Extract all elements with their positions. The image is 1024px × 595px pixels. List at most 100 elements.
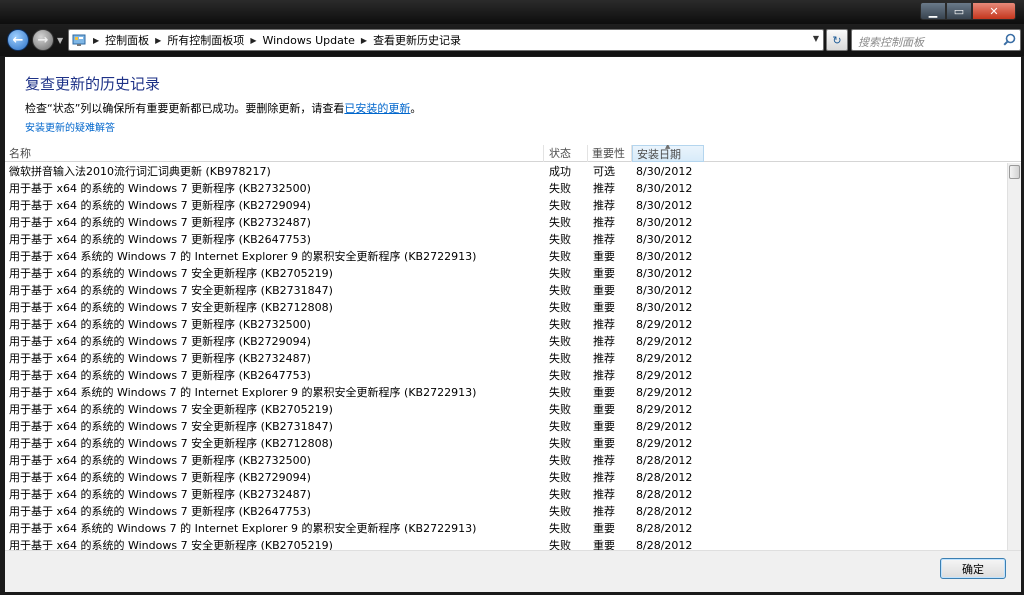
list-rows: 微软拼音输入法2010流行词汇词典更新 (KB978217) 成功 可选 8/30/2… — [5, 163, 1007, 550]
update-name: 用于基于 x64 的系统的 Windows 7 安全更新程序 (KB273184… — [9, 420, 333, 433]
back-button[interactable]: ← — [7, 29, 29, 51]
install-date: 8/30/2012 — [636, 216, 693, 229]
table-row[interactable]: 用于基于 x64 的系统的 Windows 7 更新程序 (KB2647753)… — [5, 231, 1007, 248]
update-name: 用于基于 x64 系统的 Windows 7 的 Internet Explor… — [9, 386, 477, 399]
table-row[interactable]: 用于基于 x64 的系统的 Windows 7 更新程序 (KB2732500)… — [5, 180, 1007, 197]
install-date: 8/29/2012 — [636, 403, 693, 416]
update-importance: 推荐 — [593, 454, 615, 467]
update-status: 失败 — [549, 284, 571, 297]
update-status: 失败 — [549, 488, 571, 501]
page-title: 复查更新的历史记录 — [25, 75, 161, 93]
update-importance: 推荐 — [593, 216, 615, 229]
update-status: 失败 — [549, 403, 571, 416]
table-row[interactable]: 用于基于 x64 的系统的 Windows 7 安全更新程序 (KB270521… — [5, 401, 1007, 418]
update-history-list: 名称 状态 重要性 安装日期 ▲ 微软拼音输入法2010流行词汇词典更新 (KB… — [5, 145, 1021, 550]
breadcrumb-item[interactable]: 查看更新历史记录 — [373, 32, 461, 48]
table-row[interactable]: 用于基于 x64 的系统的 Windows 7 更新程序 (KB2732487)… — [5, 350, 1007, 367]
breadcrumb-item[interactable]: Windows Update — [262, 34, 354, 47]
installed-updates-link[interactable]: 已安装的更新 — [344, 102, 410, 115]
maximize-button[interactable]: ▭ — [946, 2, 972, 20]
update-importance: 推荐 — [593, 335, 615, 348]
search-icon[interactable] — [1003, 33, 1016, 49]
breadcrumb-separator-icon[interactable]: ▶ — [361, 36, 367, 45]
forward-button[interactable]: → — [32, 29, 54, 51]
install-date: 8/28/2012 — [636, 505, 693, 518]
update-importance: 重要 — [593, 437, 615, 450]
sort-ascending-icon: ▲ — [665, 145, 671, 150]
update-status: 失败 — [549, 250, 571, 263]
update-importance: 推荐 — [593, 352, 615, 365]
update-importance: 可选 — [593, 165, 615, 178]
title-bar: ▁ ▭ ✕ — [0, 0, 1024, 24]
vertical-scrollbar[interactable] — [1007, 163, 1021, 550]
update-name: 用于基于 x64 系统的 Windows 7 的 Internet Explor… — [9, 250, 477, 263]
search-placeholder: 搜索控制面板 — [858, 36, 924, 49]
table-row[interactable]: 用于基于 x64 的系统的 Windows 7 更新程序 (KB2729094)… — [5, 469, 1007, 486]
install-date: 8/29/2012 — [636, 386, 693, 399]
install-date: 8/29/2012 — [636, 420, 693, 433]
table-row[interactable]: 用于基于 x64 的系统的 Windows 7 安全更新程序 (KB270521… — [5, 265, 1007, 282]
update-name: 用于基于 x64 的系统的 Windows 7 安全更新程序 (KB273184… — [9, 284, 333, 297]
recent-pages-dropdown-icon[interactable]: ▼ — [57, 36, 63, 45]
table-row[interactable]: 用于基于 x64 的系统的 Windows 7 更新程序 (KB2732487)… — [5, 214, 1007, 231]
table-row[interactable]: 用于基于 x64 的系统的 Windows 7 更新程序 (KB2729094)… — [5, 197, 1007, 214]
install-date: 8/30/2012 — [636, 233, 693, 246]
update-status: 失败 — [549, 182, 571, 195]
breadcrumb-separator-icon[interactable]: ▶ — [93, 36, 99, 45]
minimize-button[interactable]: ▁ — [920, 2, 946, 20]
update-name: 用于基于 x64 的系统的 Windows 7 更新程序 (KB2647753) — [9, 369, 311, 382]
install-date: 8/29/2012 — [636, 335, 693, 348]
refresh-button[interactable]: ↻ — [826, 29, 848, 51]
table-row[interactable]: 用于基于 x64 系统的 Windows 7 的 Internet Explor… — [5, 248, 1007, 265]
update-name: 用于基于 x64 的系统的 Windows 7 更新程序 (KB2647753) — [9, 233, 311, 246]
breadcrumb-item[interactable]: 所有控制面板项 — [167, 32, 244, 48]
column-header-name[interactable]: 名称 — [5, 145, 544, 162]
table-row[interactable]: 用于基于 x64 的系统的 Windows 7 安全更新程序 (KB271280… — [5, 435, 1007, 452]
description-end: 。 — [410, 102, 422, 115]
update-importance: 推荐 — [593, 505, 615, 518]
update-importance: 推荐 — [593, 369, 615, 382]
install-date: 8/29/2012 — [636, 369, 693, 382]
update-name: 用于基于 x64 的系统的 Windows 7 安全更新程序 (KB271280… — [9, 301, 333, 314]
address-bar[interactable]: ▶ 控制面板 ▶ 所有控制面板项 ▶ Windows Update ▶ 查看更新历史记录 ▼ — [68, 29, 824, 51]
scrollbar-thumb[interactable] — [1009, 165, 1020, 179]
table-row[interactable]: 用于基于 x64 的系统的 Windows 7 更新程序 (KB2732500)… — [5, 316, 1007, 333]
update-importance: 重要 — [593, 284, 615, 297]
update-status: 失败 — [549, 454, 571, 467]
table-row[interactable]: 用于基于 x64 的系统的 Windows 7 安全更新程序 (KB273184… — [5, 418, 1007, 435]
update-name: 微软拼音输入法2010流行词汇词典更新 (KB978217) — [9, 165, 271, 178]
update-name: 用于基于 x64 的系统的 Windows 7 安全更新程序 (KB270521… — [9, 539, 333, 550]
breadcrumb-item[interactable]: 控制面板 — [105, 32, 149, 48]
table-row[interactable]: 用于基于 x64 的系统的 Windows 7 更新程序 (KB2732500)… — [5, 452, 1007, 469]
update-status: 失败 — [549, 335, 571, 348]
table-row[interactable]: 用于基于 x64 系统的 Windows 7 的 Internet Explor… — [5, 520, 1007, 537]
address-dropdown-icon[interactable]: ▼ — [813, 34, 819, 43]
update-name: 用于基于 x64 的系统的 Windows 7 更新程序 (KB2732487) — [9, 352, 311, 365]
update-name: 用于基于 x64 的系统的 Windows 7 安全更新程序 (KB271280… — [9, 437, 333, 450]
table-row[interactable]: 微软拼音输入法2010流行词汇词典更新 (KB978217) 成功 可选 8/30/2… — [5, 163, 1007, 180]
table-row[interactable]: 用于基于 x64 的系统的 Windows 7 安全更新程序 (KB271280… — [5, 299, 1007, 316]
table-row[interactable]: 用于基于 x64 的系统的 Windows 7 更新程序 (KB2729094)… — [5, 333, 1007, 350]
install-date: 8/28/2012 — [636, 454, 693, 467]
update-importance: 推荐 — [593, 233, 615, 246]
update-importance: 重要 — [593, 267, 615, 280]
install-date: 8/30/2012 — [636, 182, 693, 195]
column-header-status[interactable]: 状态 — [545, 145, 588, 162]
table-row[interactable]: 用于基于 x64 系统的 Windows 7 的 Internet Explor… — [5, 384, 1007, 401]
search-input[interactable]: 搜索控制面板 — [851, 29, 1021, 51]
breadcrumb-separator-icon[interactable]: ▶ — [250, 36, 256, 45]
table-row[interactable]: 用于基于 x64 的系统的 Windows 7 更新程序 (KB2647753)… — [5, 503, 1007, 520]
update-status: 失败 — [549, 522, 571, 535]
table-row[interactable]: 用于基于 x64 的系统的 Windows 7 更新程序 (KB2732487)… — [5, 486, 1007, 503]
column-header-importance[interactable]: 重要性 — [588, 145, 632, 162]
troubleshoot-link[interactable]: 安装更新的疑难解答 — [25, 119, 115, 134]
update-importance: 重要 — [593, 522, 615, 535]
update-name: 用于基于 x64 的系统的 Windows 7 更新程序 (KB2732500) — [9, 454, 311, 467]
table-row[interactable]: 用于基于 x64 的系统的 Windows 7 更新程序 (KB2647753)… — [5, 367, 1007, 384]
breadcrumb-separator-icon[interactable]: ▶ — [155, 36, 161, 45]
table-row[interactable]: 用于基于 x64 的系统的 Windows 7 安全更新程序 (KB270521… — [5, 537, 1007, 550]
update-status: 失败 — [549, 267, 571, 280]
close-button[interactable]: ✕ — [972, 2, 1016, 20]
table-row[interactable]: 用于基于 x64 的系统的 Windows 7 安全更新程序 (KB273184… — [5, 282, 1007, 299]
ok-button[interactable]: 确定 — [940, 558, 1006, 579]
